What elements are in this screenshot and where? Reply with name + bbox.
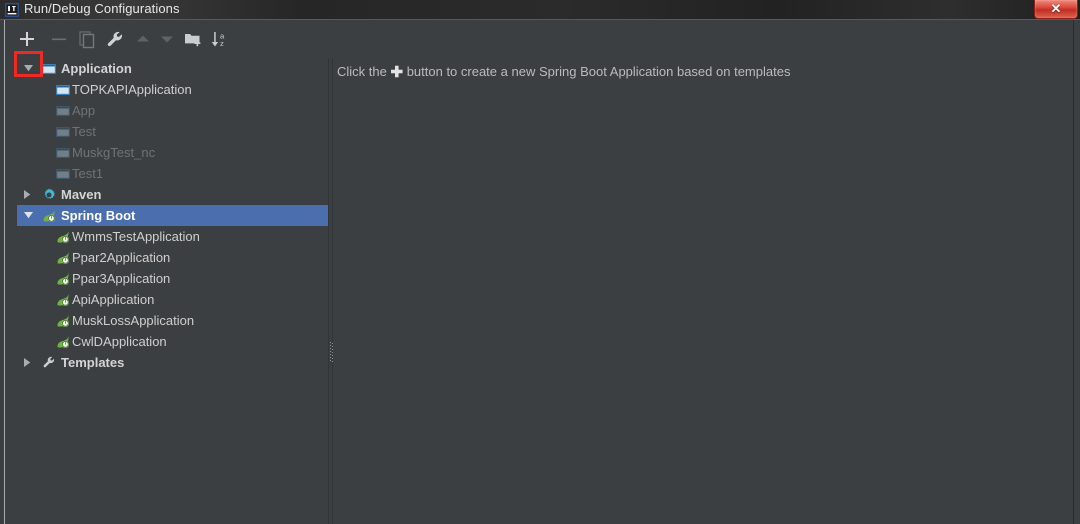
configurations-toolbar: a z	[6, 22, 1072, 57]
tree-item-label: ApiApplication	[72, 292, 155, 307]
tree-group-templates[interactable]: Templates	[17, 352, 328, 373]
configurations-tree[interactable]: Application TOPKAPIApplication App Test …	[17, 58, 328, 524]
remove-configuration-button[interactable]	[46, 26, 72, 52]
tree-item-wmmstestapplication[interactable]: WmmsTestApplication	[17, 226, 328, 247]
tree-group-label: Maven	[61, 187, 102, 202]
tree-item-label: MuskgTest_nc	[72, 145, 156, 160]
tree-group-application[interactable]: Application	[17, 58, 328, 79]
tree-item-ppar3application[interactable]: Ppar3Application	[17, 268, 328, 289]
svg-text:z: z	[220, 39, 224, 48]
tree-item-cwldapplication[interactable]: CwlDApplication	[17, 331, 328, 352]
move-into-folder-button[interactable]	[180, 26, 206, 52]
window-body: a z Application TOPKAPIApplication App T…	[0, 20, 1080, 524]
tree-item-ppar2application[interactable]: Ppar2Application	[17, 247, 328, 268]
spring-boot-icon	[55, 250, 71, 266]
tree-item-label: TOPKAPIApplication	[72, 82, 192, 97]
edit-templates-button[interactable]	[102, 26, 128, 52]
tree-item-musklossapplication[interactable]: MuskLossApplication	[17, 310, 328, 331]
copy-configuration-button[interactable]	[74, 26, 100, 52]
tree-item-label: Test1	[72, 166, 104, 181]
move-up-button[interactable]	[130, 26, 156, 52]
tree-group-label: Templates	[61, 355, 125, 370]
tree-item-label: MuskLossApplication	[72, 313, 195, 328]
right-edge-rail	[1073, 20, 1074, 524]
close-icon: ✕	[1050, 1, 1062, 16]
left-edge-rail	[4, 20, 5, 524]
tree-item-muskgtest-nc[interactable]: MuskgTest_nc	[17, 142, 328, 163]
application-icon	[55, 82, 71, 98]
spring-boot-icon	[55, 229, 71, 245]
pane-splitter[interactable]	[328, 58, 333, 524]
maven-gear-icon	[41, 187, 57, 203]
hint-text-after: button to create a new Spring Boot Appli…	[406, 64, 791, 79]
spring-boot-icon	[55, 292, 71, 308]
application-icon	[55, 103, 71, 119]
tree-group-spring-boot[interactable]: Spring Boot	[17, 205, 328, 226]
empty-state-hint: Click the ✚ button to create a new Sprin…	[337, 63, 790, 81]
wrench-icon	[41, 355, 57, 371]
chevron-down-icon[interactable]	[21, 205, 35, 226]
splitter-grip-icon[interactable]	[330, 342, 333, 364]
chevron-right-icon[interactable]	[21, 184, 35, 205]
sort-configurations-button[interactable]: a z	[206, 26, 232, 52]
application-icon	[41, 61, 57, 77]
tree-item-label: WmmsTestApplication	[72, 229, 200, 244]
spring-boot-icon	[55, 271, 71, 287]
tree-item-apiapplication[interactable]: ApiApplication	[17, 289, 328, 310]
intellij-idea-icon	[5, 3, 19, 17]
add-button-highlight-annotation	[14, 51, 43, 77]
tree-item-label: Test	[72, 124, 96, 139]
move-down-button[interactable]	[154, 26, 180, 52]
add-configuration-button[interactable]	[14, 26, 40, 52]
application-icon	[55, 166, 71, 182]
configuration-detail-pane: Click the ✚ button to create a new Sprin…	[334, 58, 1073, 524]
title-bar: Run/Debug Configurations ✕	[0, 0, 1080, 20]
tree-item-app[interactable]: App	[17, 100, 328, 121]
application-icon	[55, 124, 71, 140]
hint-text-before: Click the	[337, 64, 387, 79]
close-button[interactable]: ✕	[1034, 0, 1078, 19]
tree-item-label: CwlDApplication	[72, 334, 167, 349]
plus-icon: ✚	[390, 64, 404, 81]
tree-group-label: Application	[61, 61, 132, 76]
tree-item-label: App	[72, 103, 96, 118]
spring-boot-icon	[41, 208, 57, 224]
tree-group-maven[interactable]: Maven	[17, 184, 328, 205]
spring-boot-icon	[55, 334, 71, 350]
tree-item-topkapiapplication[interactable]: TOPKAPIApplication	[17, 79, 328, 100]
tree-item-label: Ppar3Application	[72, 271, 171, 286]
application-icon	[55, 145, 71, 161]
tree-group-label: Spring Boot	[61, 208, 136, 223]
spring-boot-icon	[55, 313, 71, 329]
tree-item-label: Ppar2Application	[72, 250, 171, 265]
tree-item-test[interactable]: Test	[17, 121, 328, 142]
chevron-right-icon[interactable]	[21, 352, 35, 373]
window-title: Run/Debug Configurations	[24, 1, 180, 16]
run-debug-configurations-window: Run/Debug Configurations ✕ a z Applicati…	[0, 0, 1080, 524]
tree-item-test1[interactable]: Test1	[17, 163, 328, 184]
